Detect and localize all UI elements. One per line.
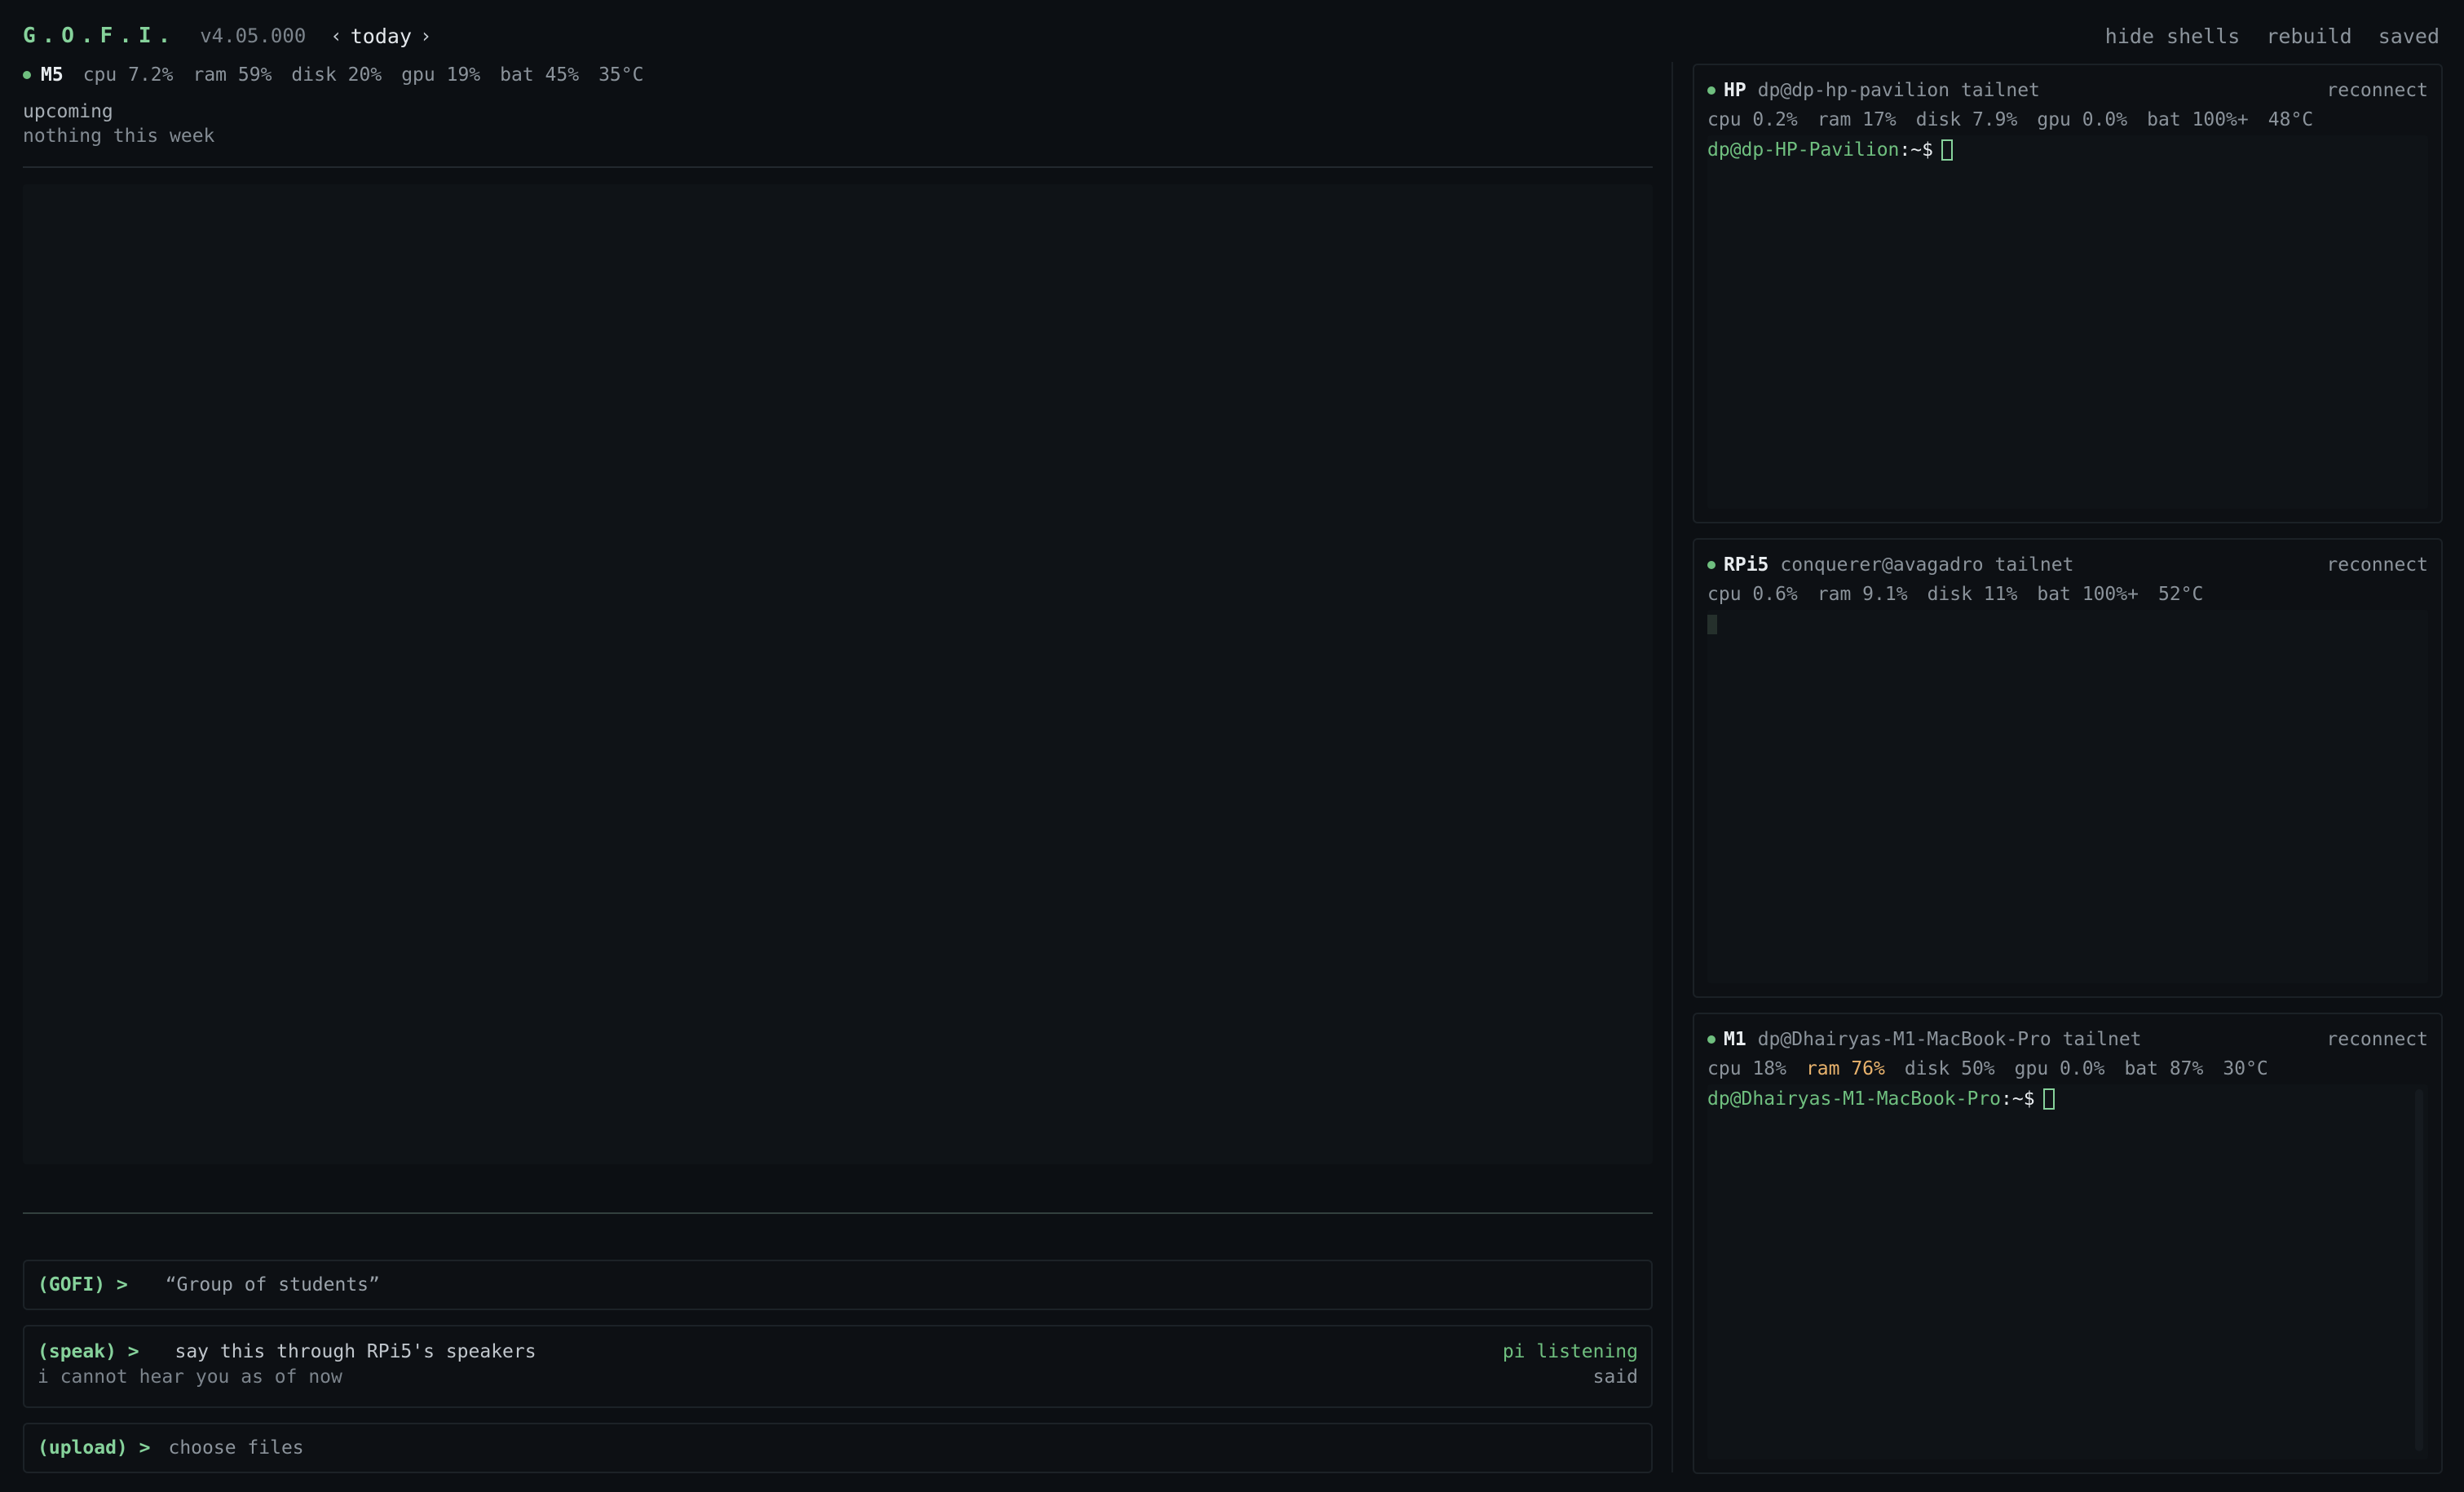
stat-gpu: gpu 19% — [401, 64, 481, 86]
terminal-prompt-symbol: :~$ — [2001, 1088, 2035, 1110]
version-label: v4.05.000 — [200, 24, 307, 47]
shell-panel-hp: HP dp@dp-hp-pavilion tailnet reconnect c… — [1693, 64, 2443, 523]
status-dot-icon — [1707, 1035, 1716, 1044]
shell-host-name: M1 — [1724, 1029, 1746, 1050]
column-separator — [1671, 62, 1673, 1472]
date-label[interactable]: today — [351, 24, 412, 48]
stat-ram: ram 9.1% — [1817, 584, 1908, 605]
terminal-hp[interactable]: dp@dp-HP-Pavilion :~$ — [1707, 135, 2428, 509]
speak-status: pi listening — [1502, 1341, 1638, 1362]
gofi-command-input[interactable]: (GOFI) > “Group of students” — [23, 1260, 1653, 1310]
app-root: G.O.F.I. v4.05.000 ‹ today › hide shells… — [0, 0, 2464, 1492]
stat-ram: ram 76% — [1805, 1058, 1885, 1079]
terminal-cursor-icon — [2042, 1088, 2055, 1110]
reconnect-button[interactable]: reconnect — [2326, 554, 2428, 576]
upload-prompt: (upload) > — [38, 1437, 151, 1459]
stat-disk: disk 11% — [1927, 584, 2018, 605]
speak-command-box[interactable]: (speak) > say this through RPi5's speake… — [23, 1325, 1653, 1408]
stat-cpu: cpu 0.6% — [1707, 584, 1798, 605]
stat-ram: ram 17% — [1817, 109, 1897, 130]
terminal-cursor-icon — [1707, 615, 1717, 634]
stat-bat: bat 100%+ — [2037, 584, 2139, 605]
terminal-m1[interactable]: dp@Dhairyas-M1-MacBook-Pro :~$ — [1707, 1084, 2428, 1459]
stat-cpu: cpu 18% — [1707, 1058, 1786, 1079]
terminal-prompt-user: dp@Dhairyas-M1-MacBook-Pro — [1707, 1088, 2002, 1110]
shell-host-name: RPi5 — [1724, 554, 1769, 576]
stat-ram: ram 59% — [192, 64, 272, 86]
terminal-scrollbar[interactable] — [2415, 1089, 2423, 1451]
shell-panel-rpi5: RPi5 conquerer@avagadro tailnet reconnec… — [1693, 538, 2443, 998]
stat-disk: disk 50% — [1904, 1058, 1995, 1079]
shell-stats: cpu 0.2% ram 17% disk 7.9% gpu 0.0% bat … — [1707, 106, 2428, 134]
rebuild-button[interactable]: rebuild — [2266, 24, 2351, 48]
status-dot-icon — [1707, 561, 1716, 569]
main-canvas[interactable] — [23, 184, 1653, 1164]
top-bar: G.O.F.I. v4.05.000 ‹ today › — [23, 20, 431, 52]
speak-response-label: said — [1592, 1366, 1638, 1388]
stat-bat: bat 45% — [500, 64, 580, 86]
speak-input-text[interactable]: say this through RPi5's speakers — [174, 1341, 536, 1362]
local-host-name: M5 — [41, 64, 64, 86]
shell-stats: cpu 0.6% ram 9.1% disk 11% bat 100%+ 52°… — [1707, 580, 2428, 608]
divider — [23, 166, 1653, 168]
stat-gpu: gpu 0.0% — [2014, 1058, 2105, 1079]
upcoming-section: upcoming nothing this week — [23, 99, 1653, 148]
upcoming-label: upcoming — [23, 101, 113, 122]
status-dot-icon — [23, 71, 31, 79]
top-actions: hide shells rebuild saved — [2105, 20, 2440, 52]
stat-disk: disk 20% — [291, 64, 382, 86]
saved-status: saved — [2378, 24, 2440, 48]
gofi-input-text[interactable]: “Group of students” — [166, 1274, 380, 1296]
status-dot-icon — [1707, 86, 1716, 95]
reconnect-button[interactable]: reconnect — [2326, 1029, 2428, 1050]
terminal-prompt-symbol: :~$ — [1899, 139, 1933, 161]
stat-gpu: gpu 0.0% — [2037, 109, 2128, 130]
brand-logo: G.O.F.I. — [23, 24, 178, 48]
stat-disk: disk 7.9% — [1915, 109, 2018, 130]
stat-temp: 35°C — [598, 64, 644, 86]
speak-response: i cannot hear you as of now — [38, 1366, 342, 1388]
stat-temp: 52°C — [2157, 584, 2204, 605]
reconnect-button[interactable]: reconnect — [2326, 80, 2428, 101]
stat-cpu: cpu 0.2% — [1707, 109, 1798, 130]
upcoming-text: nothing this week — [23, 126, 215, 147]
chevron-left-icon[interactable]: ‹ — [330, 24, 342, 47]
local-stat-line: M5 cpu 7.2% ram 59% disk 20% gpu 19% bat… — [23, 62, 1653, 88]
chevron-right-icon[interactable]: › — [420, 24, 431, 47]
date-nav: ‹ today › — [330, 24, 431, 48]
gofi-prompt: (GOFI) > — [38, 1274, 128, 1296]
stat-bat: bat 87% — [2124, 1058, 2204, 1079]
stat-temp: 48°C — [2267, 109, 2314, 130]
terminal-rpi5[interactable] — [1707, 610, 2428, 983]
local-status: M5 cpu 7.2% ram 59% disk 20% gpu 19% bat… — [23, 62, 1653, 148]
hide-shells-button[interactable]: hide shells — [2105, 24, 2241, 48]
terminal-prompt-user: dp@dp-HP-Pavilion — [1707, 139, 1900, 161]
shell-user: dp@dp-hp-pavilion tailnet — [1757, 80, 2040, 101]
shell-host-name: HP — [1724, 80, 1746, 101]
shell-user: conquerer@avagadro tailnet — [1780, 554, 2074, 576]
upload-command-input[interactable]: (upload) > choose files — [23, 1423, 1653, 1473]
stat-temp: 30°C — [2223, 1058, 2268, 1079]
speak-prompt: (speak) > — [38, 1341, 139, 1362]
stat-bat: bat 100%+ — [2147, 109, 2249, 130]
terminal-cursor-icon — [1941, 139, 1953, 161]
divider — [23, 1212, 1653, 1214]
shell-user: dp@Dhairyas-M1-MacBook-Pro tailnet — [1757, 1029, 2142, 1050]
choose-files-button[interactable]: choose files — [168, 1437, 303, 1459]
shell-stats: cpu 18% ram 76% disk 50% gpu 0.0% bat 87… — [1707, 1055, 2428, 1083]
stat-cpu: cpu 7.2% — [82, 64, 174, 86]
shell-panel-m1: M1 dp@Dhairyas-M1-MacBook-Pro tailnet re… — [1693, 1013, 2443, 1474]
